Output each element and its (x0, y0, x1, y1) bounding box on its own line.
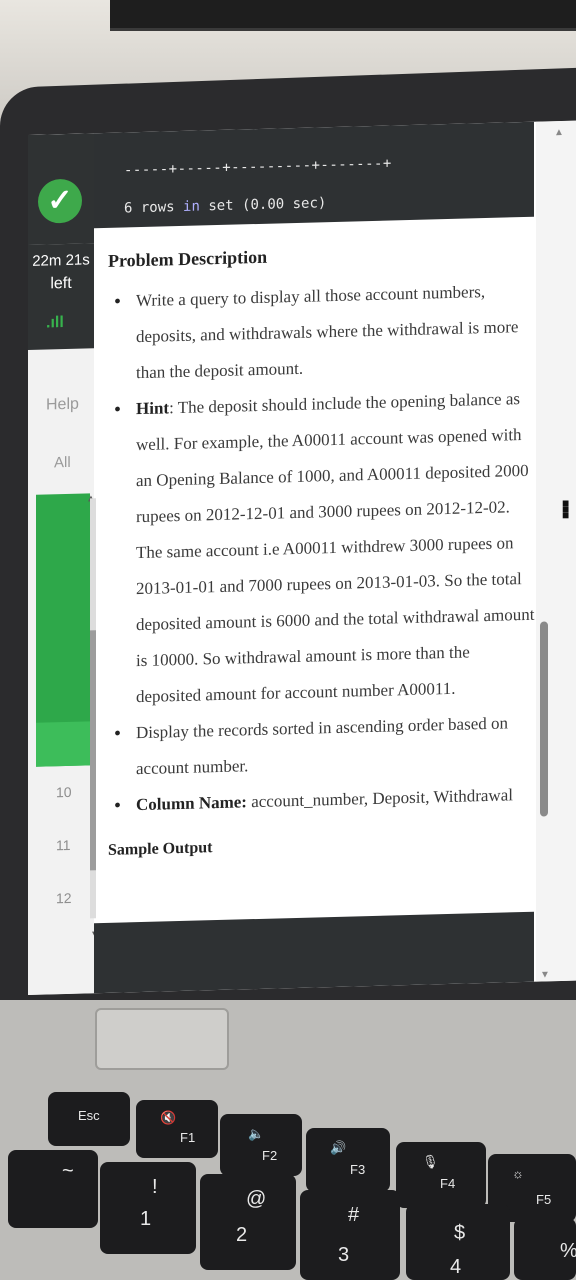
problem-description: Problem Description Write a query to dis… (108, 240, 538, 860)
f3-label: F3 (350, 1162, 366, 1177)
keyword-set: set (208, 197, 234, 215)
f1-key[interactable]: 🔇 F1 (136, 1100, 218, 1158)
tilde-label: ~ (62, 1160, 74, 1182)
bullet-text: Display the records sorted in ascending … (136, 713, 508, 779)
key-2[interactable]: @ 2 (200, 1174, 296, 1270)
keyword-in: in (183, 198, 200, 215)
mute-icon: 🔇 (160, 1110, 177, 1125)
sidebar-scrollbar-thumb[interactable] (90, 630, 96, 871)
hint-text: : The deposit should include the opening… (136, 389, 535, 707)
sidebar-scrollbar[interactable] (90, 498, 96, 919)
problem-heading: Problem Description (108, 246, 268, 271)
list-item: Hint: The deposit should include the ope… (108, 381, 538, 716)
key-4[interactable]: $ 4 (406, 1204, 510, 1280)
column-name-label: Column Name: (136, 792, 247, 815)
question-item-selected[interactable] (36, 721, 90, 767)
key-1-label: 1 (140, 1208, 152, 1230)
content-scrollbar[interactable]: ▲ ▼ (536, 120, 576, 982)
key-4-label: 4 (450, 1256, 462, 1278)
question-item-11[interactable]: 11 (56, 837, 71, 853)
status-panel: ✓ (28, 133, 94, 245)
external-monitor-edge (110, 0, 576, 31)
question-item-12[interactable]: 12 (56, 890, 72, 906)
key-1[interactable]: ! 1 (100, 1162, 196, 1254)
f4-label: F4 (440, 1176, 456, 1191)
timer-suffix: left (50, 274, 72, 293)
sql-output-terminal: -----+-----+---------+-------+ 6 rows in… (94, 121, 534, 229)
left-sidebar: ✓ 22m 21s left .ıll Help All 10 11 12 ▲ … (28, 133, 100, 995)
key-4-shift: $ (454, 1222, 466, 1244)
brightness-icon: ☼ (512, 1166, 524, 1181)
content-scrollbar-thumb[interactable] (540, 621, 548, 817)
sample-output-terminal (94, 911, 534, 994)
more-menu-icon[interactable]: ■ ■ ■ (562, 497, 569, 521)
volume-down-icon: 🔈 (248, 1126, 265, 1141)
all-filter[interactable]: All (54, 454, 71, 471)
signal-icon: .ıll (46, 314, 64, 332)
scroll-up-icon[interactable]: ▲ (554, 127, 564, 138)
f2-key[interactable]: 🔈 F2 (220, 1114, 302, 1176)
key-2-shift: @ (246, 1188, 267, 1210)
mic-mute-icon: 🎙 (422, 1154, 439, 1169)
rows-prefix: 6 rows (124, 198, 184, 217)
key-1-shift: ! (152, 1176, 158, 1198)
rows-suffix: (0.00 sec) (233, 195, 327, 214)
f4-key[interactable]: 🎙 F4 (396, 1142, 486, 1208)
question-item-10[interactable]: 10 (56, 784, 72, 800)
tilde-key[interactable]: ~ (8, 1150, 98, 1228)
timer-panel: 22m 21s left (28, 243, 94, 350)
bullet-text: Write a query to display all those accou… (136, 282, 519, 383)
esc-label: Esc (78, 1108, 100, 1123)
f2-label: F2 (262, 1148, 278, 1163)
row-count-line: 6 rows in set (0.00 sec) (124, 195, 326, 216)
column-name-text: account_number, Deposit, Withdrawal (246, 785, 513, 812)
esc-key[interactable]: Esc (48, 1092, 130, 1146)
key-5-shift: % (560, 1240, 576, 1263)
key-3[interactable]: # 3 (300, 1190, 400, 1280)
laptop-hinge (95, 1008, 229, 1070)
key-5[interactable]: % (514, 1218, 576, 1280)
timer-value: 22m 21s (32, 251, 90, 270)
f1-label: F1 (180, 1130, 196, 1145)
laptop-screen: ✓ 22m 21s left .ıll Help All 10 11 12 ▲ … (28, 120, 576, 995)
f3-key[interactable]: 🔊 F3 (306, 1128, 390, 1192)
table-border-line: -----+-----+---------+-------+ (124, 155, 392, 179)
sample-output-heading: Sample Output (108, 839, 213, 859)
check-icon: ✓ (38, 178, 82, 224)
f5-label: F5 (536, 1192, 552, 1207)
key-3-shift: # (348, 1204, 360, 1226)
list-item: Display the records sorted in ascending … (108, 705, 538, 788)
key-2-label: 2 (236, 1224, 248, 1246)
volume-up-icon: 🔊 (330, 1140, 347, 1155)
key-3-label: 3 (338, 1244, 350, 1266)
help-link[interactable]: Help (46, 396, 79, 415)
scroll-down-icon[interactable]: ▼ (540, 969, 550, 980)
question-list-completed[interactable] (36, 493, 90, 767)
hint-label: Hint (136, 398, 170, 419)
requirements-list: Write a query to display all those accou… (108, 273, 538, 824)
list-item: Write a query to display all those accou… (108, 273, 538, 392)
